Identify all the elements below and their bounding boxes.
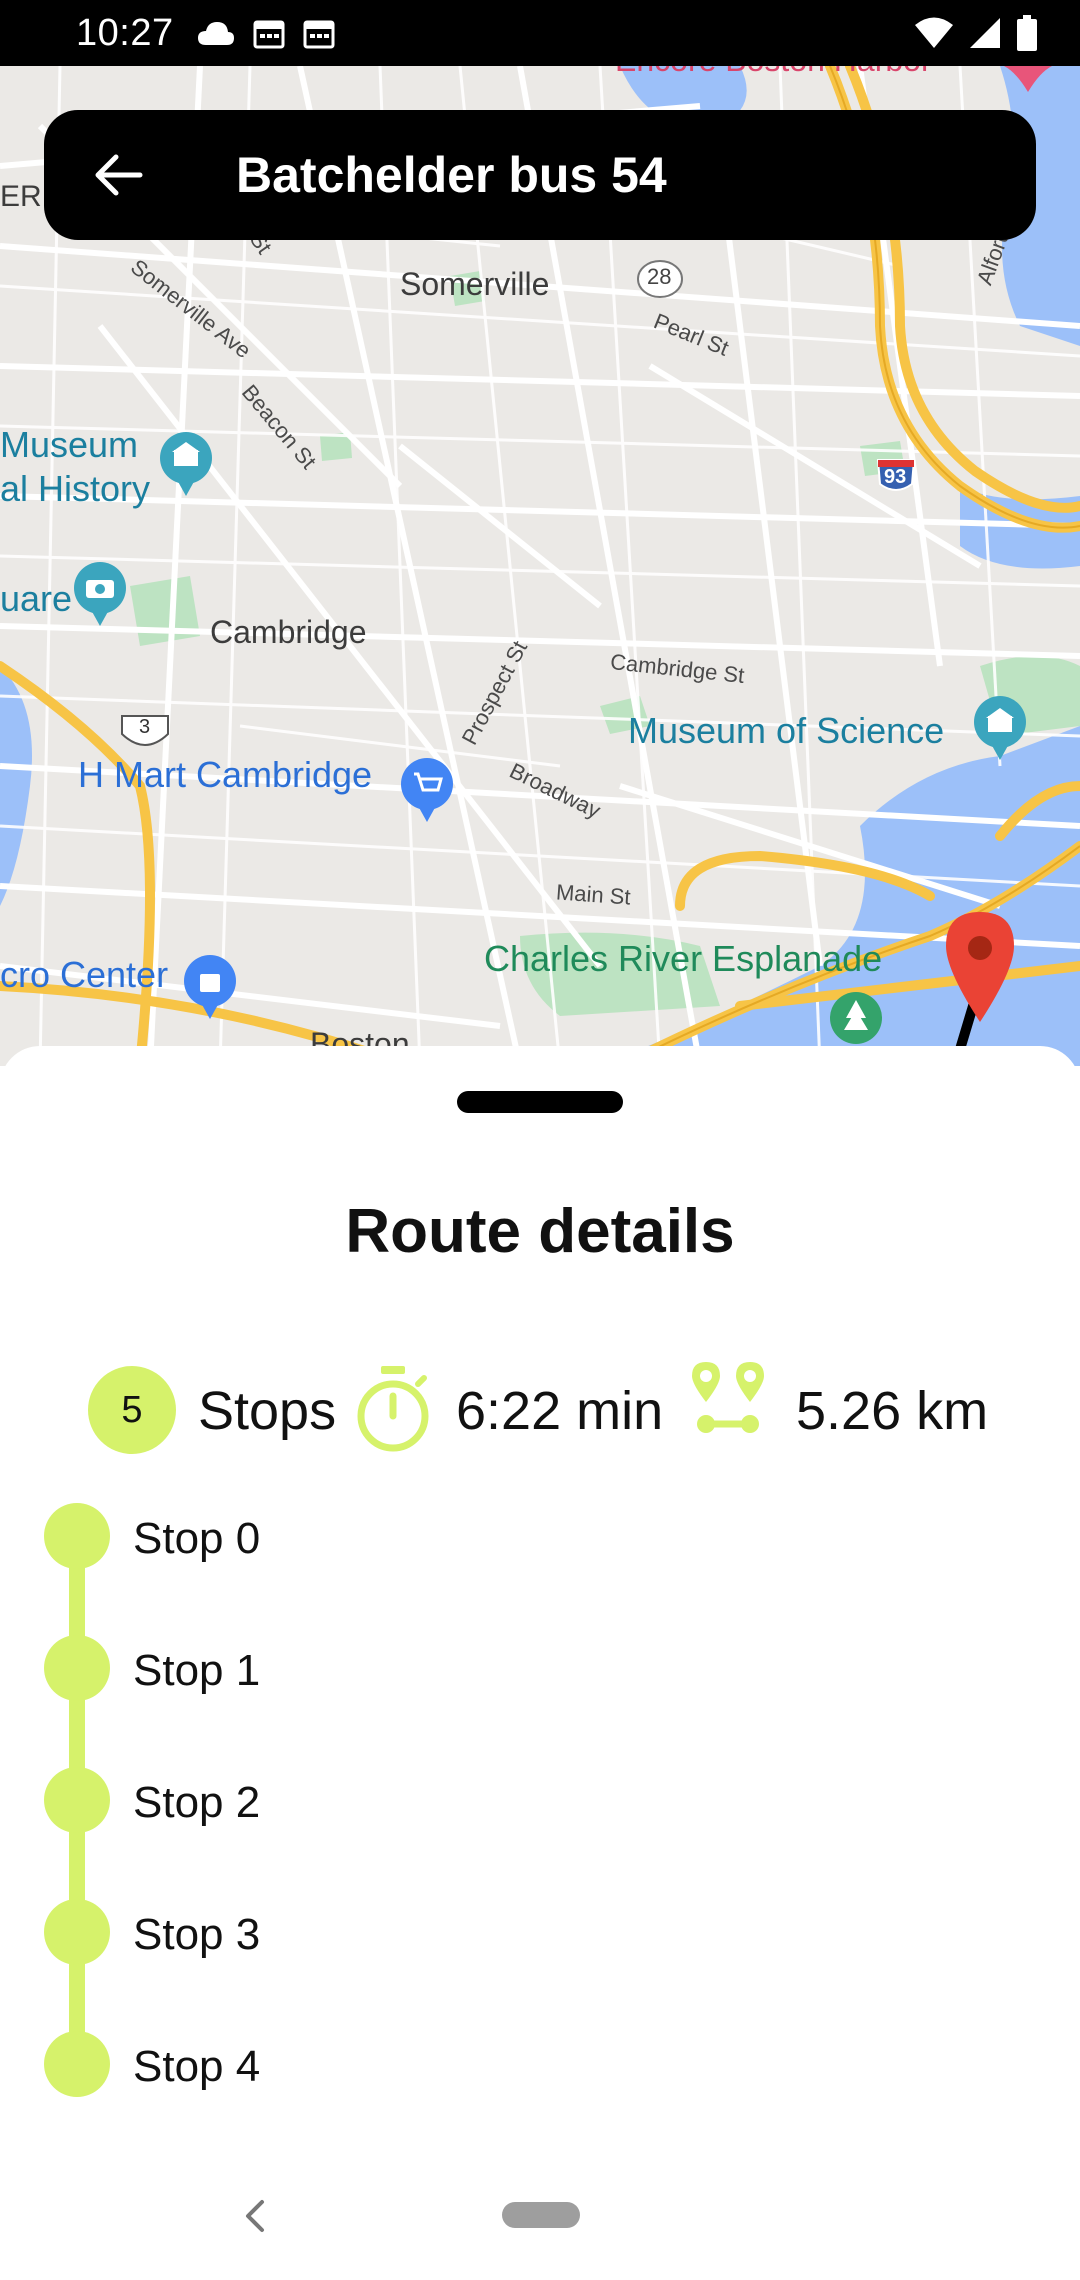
map-label-er: ER — [0, 180, 42, 213]
stops-count: 5 — [121, 1388, 143, 1431]
stop-item[interactable]: Stop 3 — [0, 1892, 1080, 1972]
arrow-back-icon — [95, 154, 143, 196]
calendar-icon — [253, 20, 285, 49]
stop-label: Stop 4 — [133, 2042, 261, 2091]
stops-label: Stops — [198, 1381, 337, 1441]
page-title: Batchelder bus 54 — [236, 147, 667, 203]
back-button[interactable] — [64, 110, 174, 240]
map-label-square: uare — [0, 578, 73, 619]
route-distance: 5.26 km — [796, 1381, 989, 1441]
map-label-encore: Encore Boston Harbor — [615, 66, 932, 79]
map-label-micro-center: cro Center — [0, 954, 169, 995]
stop-dot — [44, 1635, 110, 1701]
stops-count-badge: 5 — [88, 1366, 176, 1454]
route-3-number: 3 — [139, 716, 151, 738]
status-time: 10:27 — [76, 11, 174, 54]
map-label-esplanade: Charles River Esplanade — [484, 938, 883, 979]
route-distance-icon — [692, 1362, 764, 1433]
stop-dot — [44, 2031, 110, 2097]
battery-icon — [1017, 15, 1037, 51]
stop-item[interactable]: Stop 2 — [0, 1760, 1080, 1840]
nav-back-icon[interactable] — [238, 2196, 274, 2236]
cloud-icon — [197, 22, 234, 45]
timer-icon — [357, 1366, 429, 1452]
map-label-museum-line2: al History — [0, 468, 151, 509]
stop-label: Stop 3 — [133, 1910, 261, 1959]
wifi-icon — [915, 17, 953, 48]
stop-label: Stop 1 — [133, 1646, 261, 1695]
map-label-museum-line1: Museum — [0, 424, 139, 465]
interstate-93-number: 93 — [884, 466, 907, 488]
route-stats: 5 Stops 6:22 min 5.26 km — [0, 1356, 1080, 1456]
park-tree-icon[interactable] — [830, 992, 882, 1044]
stop-label: Stop 2 — [133, 1778, 261, 1827]
map-label-main-st: Main St — [555, 879, 632, 910]
system-icons — [914, 15, 1038, 51]
map-label-somerville: Somerville — [400, 266, 550, 302]
map-label-museum-of-science: Museum of Science — [628, 710, 945, 751]
museum-icon[interactable] — [160, 432, 212, 496]
route-28-number: 28 — [647, 264, 672, 289]
stop-item[interactable]: Stop 1 — [0, 1628, 1080, 1708]
calendar-icon — [303, 20, 335, 49]
stop-label: Stop 0 — [133, 1514, 261, 1563]
nav-home-pill[interactable] — [502, 2202, 580, 2228]
photo-spot-icon[interactable] — [74, 562, 126, 626]
stop-item[interactable]: Stop 0 — [0, 1496, 1080, 1576]
stop-dot — [44, 1503, 110, 1569]
sheet-title: Route details — [345, 1197, 735, 1266]
map-label-cambridge: Cambridge — [210, 614, 367, 650]
map-label-hmart: H Mart Cambridge — [78, 754, 373, 795]
status-bar: 10:27 — [0, 0, 1080, 66]
top-app-bar: Batchelder bus 54 — [44, 110, 1036, 240]
stop-dot — [44, 1767, 110, 1833]
stop-item[interactable]: Stop 4 — [0, 2024, 1080, 2104]
stop-dot — [44, 1899, 110, 1965]
route-duration: 6:22 min — [456, 1381, 664, 1441]
signal-icon — [970, 18, 1000, 48]
route-details-sheet: Route details 5 Stops 6:22 min 5.26 km S… — [0, 1046, 1080, 2280]
sheet-drag-handle[interactable] — [457, 1091, 623, 1113]
notification-icons — [196, 16, 336, 50]
